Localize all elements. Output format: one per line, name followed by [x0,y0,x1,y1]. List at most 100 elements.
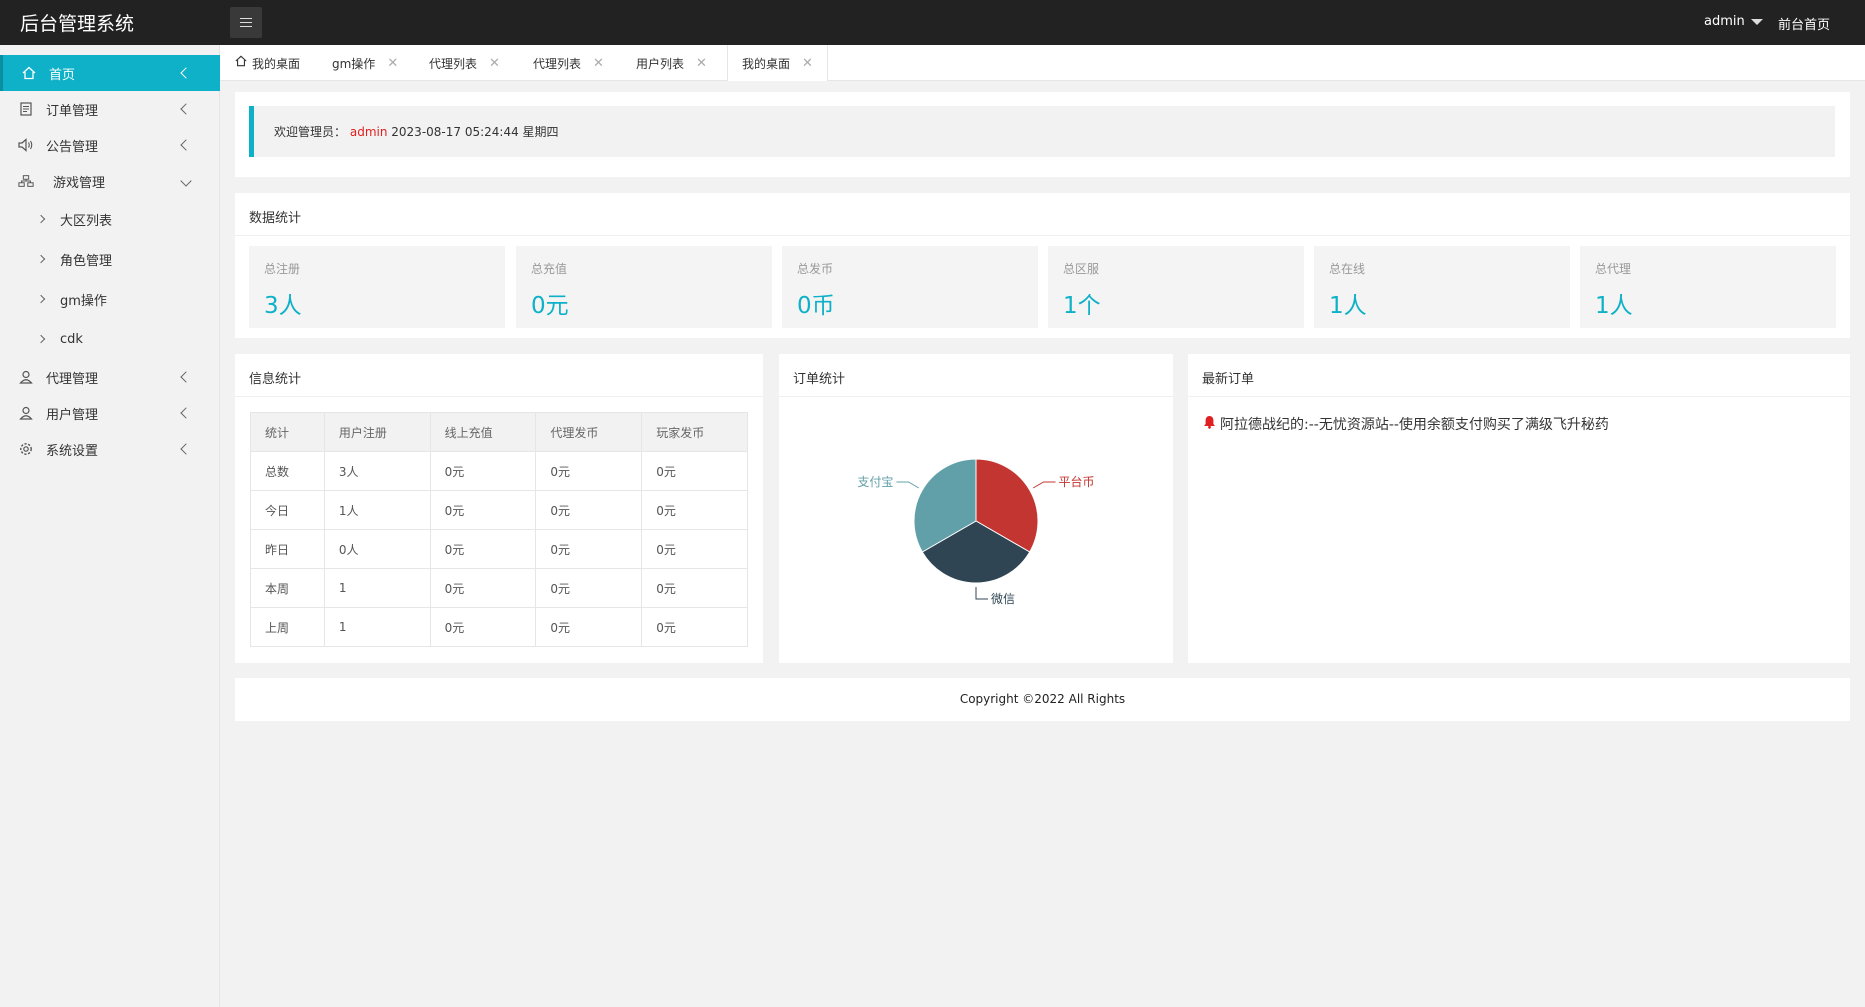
sidebar-subitem-roles[interactable]: 角色管理 [0,241,220,277]
tab-my-desktop-home[interactable]: 我的桌面 [235,45,300,81]
tab-agent-list-2[interactable]: 代理列表 ✕ [533,45,604,81]
stat-label: 总发币 [797,262,834,276]
pie-label-line-2 [896,481,920,489]
stat-value: 1人 [1595,293,1633,319]
pie-label-1: 微信 [991,592,1015,606]
chevron-left-icon [180,67,192,79]
sidebar-toggle-button[interactable] [230,7,262,38]
pie-label-0: 平台币 [1059,474,1095,489]
stat-total-register: 总注册 3人 [249,246,505,328]
close-icon[interactable]: ✕ [696,56,707,71]
table-cell: 0元 [535,451,643,491]
column-header: 线上充值 [429,412,537,452]
table-cell: 0元 [641,568,748,608]
welcome-banner: 欢迎管理员： admin 2023-08-17 05:24:44 星期四 [249,106,1835,157]
user-dropdown[interactable]: admin [1704,14,1763,29]
chevron-left-icon [180,139,192,151]
table-cell: 3人 [323,451,431,491]
close-icon[interactable]: ✕ [489,56,500,71]
table-cell: 0元 [641,529,748,569]
sidebar-item-agents[interactable]: 代理管理 [0,359,220,395]
table-cell: 1 [323,607,431,647]
welcome-prefix: 欢迎管理员： [274,125,347,139]
latest-orders-card: 最新订单 阿拉德战纪的:--无忧资源站--使用余额支付购买了满级飞升秘药 [1188,354,1850,663]
sidebar-subitem-cdk[interactable]: cdk [0,321,220,357]
table-cell: 0人 [323,529,431,569]
bell-icon [1203,415,1216,433]
close-icon[interactable]: ✕ [802,56,813,71]
chevron-left-icon [180,443,192,455]
sidebar-item-home[interactable]: 首页 [0,55,220,91]
table-cell: 0元 [535,568,643,608]
sidebar-subitem-gm[interactable]: gm操作 [0,281,220,317]
sitemap-icon [18,173,34,189]
table-cell: 0元 [535,529,643,569]
tab-user-list[interactable]: 用户列表 ✕ [636,45,707,81]
tab-gm[interactable]: gm操作 ✕ [332,45,398,81]
table-row: 昨日 0人 0元 0元 0元 [250,529,748,569]
table-cell: 今日 [250,490,325,530]
caret-down-icon [1750,18,1763,25]
stat-value: 0元 [531,293,569,319]
stat-label: 总注册 [264,262,301,276]
stat-total-agents: 总代理 1人 [1580,246,1836,328]
column-header: 代理发币 [535,412,643,452]
user-icon [18,405,34,421]
tab-bar: 我的桌面 gm操作 ✕ 代理列表 ✕ 代理列表 ✕ 用户列表 ✕ 我的桌面 ✕ [220,45,1865,81]
table-cell: 上周 [250,607,325,647]
table-cell: 0元 [429,607,537,647]
table-cell: 0元 [535,490,643,530]
front-home-link[interactable]: 前台首页 [1778,14,1830,33]
home-icon [21,65,37,81]
sidebar-item-label: 首页 [49,67,76,83]
stat-value: 1个 [1063,293,1101,319]
chevron-down-icon [180,175,192,187]
order-icon [18,101,34,117]
tab-label: 用户列表 [636,56,685,71]
sidebar-item-game[interactable]: 游戏管理 [0,163,220,199]
user-icon [18,369,34,385]
tab-label: 代理列表 [429,56,478,71]
sidebar-item-users[interactable]: 用户管理 [0,395,220,431]
order-text: 阿拉德战纪的:--无忧资源站--使用余额支付购买了满级飞升秘药 [1220,417,1609,433]
table-row: 本周 1 0元 0元 0元 [250,568,748,608]
sidebar-item-announcements[interactable]: 公告管理 [0,127,220,163]
close-icon[interactable]: ✕ [387,56,398,71]
pie-label-2: 支付宝 [857,475,893,489]
column-header: 用户注册 [323,412,431,452]
stat-total-online: 总在线 1人 [1314,246,1570,328]
info-stats-card: 信息统计 统计 用户注册 线上充值 代理发币 玩家发币 总数 3人 0元 0元 … [235,354,763,663]
close-icon[interactable]: ✕ [593,56,604,71]
card-title: 最新订单 [1202,372,1255,387]
chevron-left-icon [180,407,192,419]
table-row: 今日 1人 0元 0元 0元 [250,490,748,530]
card-title: 数据统计 [249,211,302,226]
sidebar-item-settings[interactable]: 系统设置 [0,431,220,467]
table-cell: 1 [323,568,431,608]
sidebar-item-label: 游戏管理 [53,175,106,191]
sidebar-subitem-zone-list[interactable]: 大区列表 [0,201,220,237]
list-item[interactable]: 阿拉德战纪的:--无忧资源站--使用余额支付购买了满级飞升秘药 [1203,414,1609,434]
table-cell: 0元 [429,490,537,530]
home-icon [235,55,247,71]
table-cell: 0元 [641,607,748,647]
sidebar-subitem-label: cdk [60,331,83,347]
order-pie-chart[interactable]: 平台币微信 支付宝 [779,397,1173,663]
tab-agent-list[interactable]: 代理列表 ✕ [429,45,500,81]
welcome-text: 欢迎管理员： admin 2023-08-17 05:24:44 星期四 [274,123,559,140]
chevron-right-icon [36,294,46,304]
sidebar-item-label: 用户管理 [46,407,99,423]
column-header: 统计 [250,412,325,452]
card-title: 信息统计 [249,372,302,387]
welcome-card: 欢迎管理员： admin 2023-08-17 05:24:44 星期四 [235,92,1850,177]
sidebar-item-orders[interactable]: 订单管理 [0,91,220,127]
tab-my-desktop[interactable]: 我的桌面 ✕ [727,45,828,81]
footer: Copyright ©2022 All Rights [235,678,1850,721]
stat-label: 总代理 [1595,262,1632,276]
divider [1188,396,1850,397]
chevron-left-icon [180,371,192,383]
table-cell: 0元 [535,607,643,647]
sidebar-subitem-label: gm操作 [60,293,107,309]
copyright-text: Copyright ©2022 All Rights [959,692,1126,706]
welcome-datetime: 2023-08-17 05:24:44 星期四 [391,125,559,139]
